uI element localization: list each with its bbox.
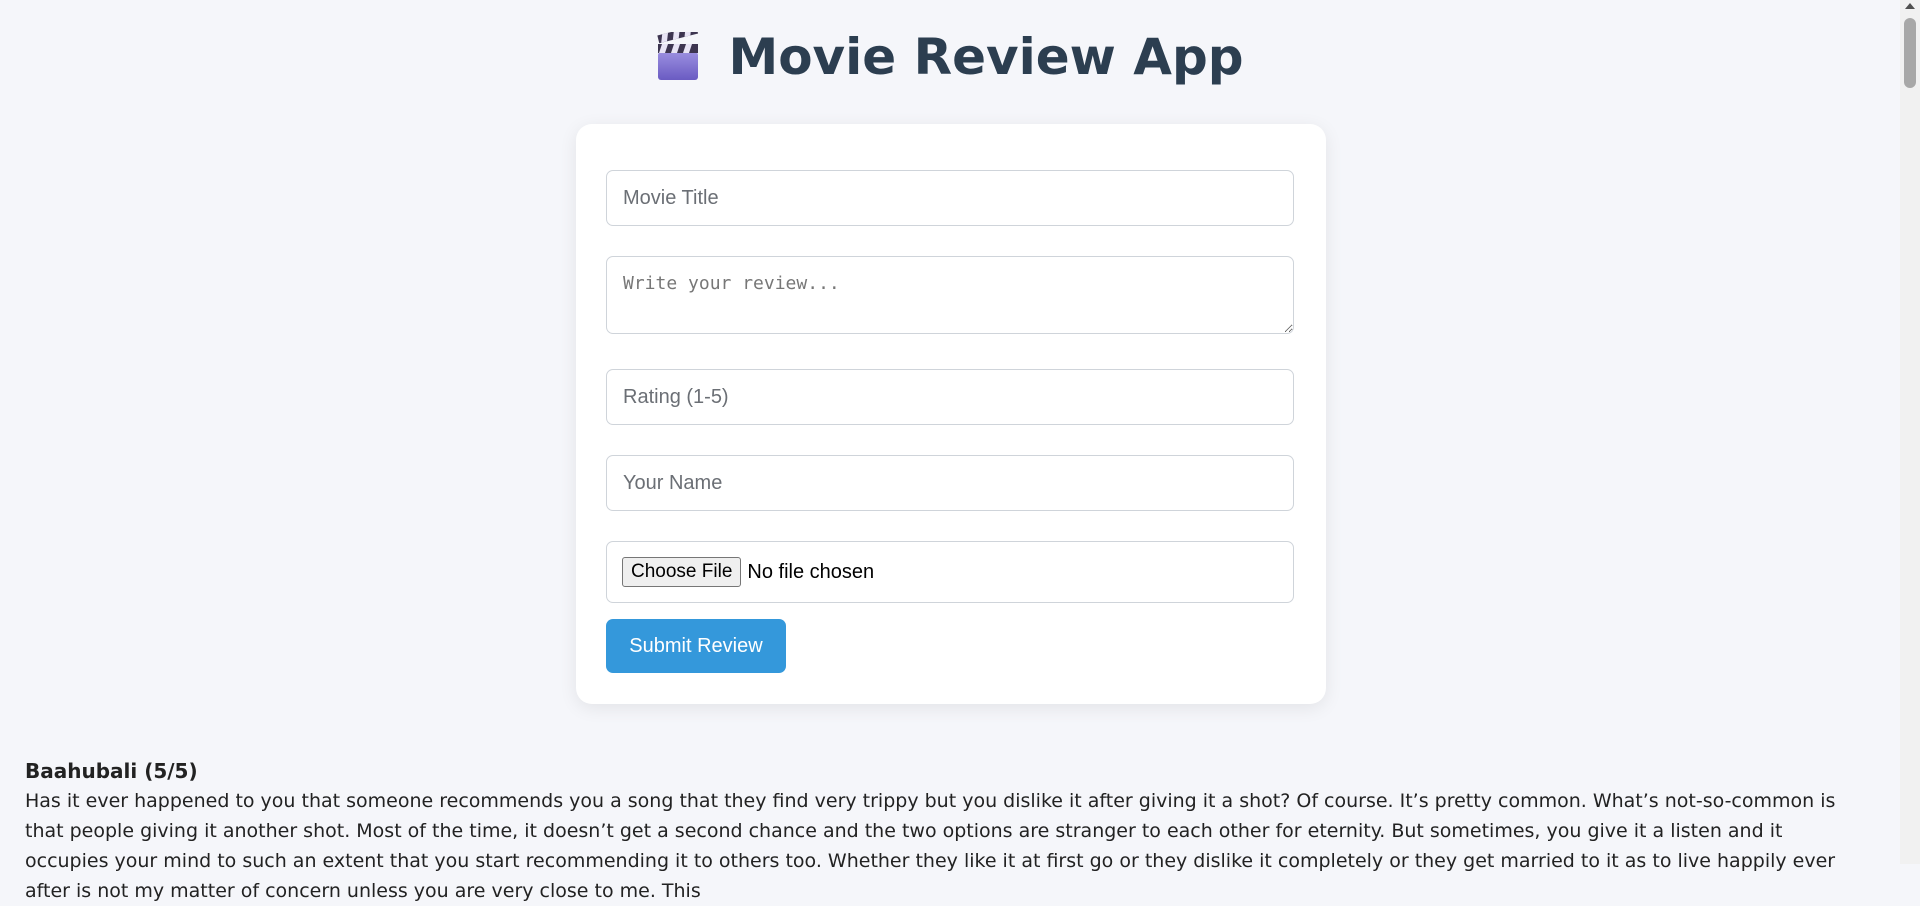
page-title: Movie Review App bbox=[728, 28, 1244, 86]
review-text: Has it ever happened to you that someone… bbox=[25, 790, 1836, 902]
file-status: No file chosen bbox=[747, 560, 875, 583]
scrollbar[interactable] bbox=[1900, 0, 1920, 864]
page: Movie Review App Choose File No file cho… bbox=[0, 0, 1900, 902]
rating-input[interactable] bbox=[606, 369, 1294, 425]
header: Movie Review App bbox=[0, 22, 1900, 92]
submit-review-button[interactable]: Submit Review bbox=[606, 619, 786, 673]
review-textarea[interactable] bbox=[606, 256, 1294, 334]
review-heading: Baahubali (5/5) bbox=[25, 759, 198, 783]
review-form: Choose File No file chosen Submit Review bbox=[576, 124, 1326, 704]
movie-title-input[interactable] bbox=[606, 170, 1294, 226]
name-input[interactable] bbox=[606, 455, 1294, 511]
scroll-thumb[interactable] bbox=[1904, 18, 1916, 88]
choose-file-button[interactable]: Choose File bbox=[622, 557, 742, 587]
clapperboard-icon bbox=[657, 32, 699, 80]
file-upload: Choose File No file chosen bbox=[606, 541, 1294, 603]
scroll-up-arrow-icon[interactable] bbox=[1905, 3, 1915, 9]
review-item: Baahubali (5/5) Has it ever happened to … bbox=[25, 756, 1870, 906]
